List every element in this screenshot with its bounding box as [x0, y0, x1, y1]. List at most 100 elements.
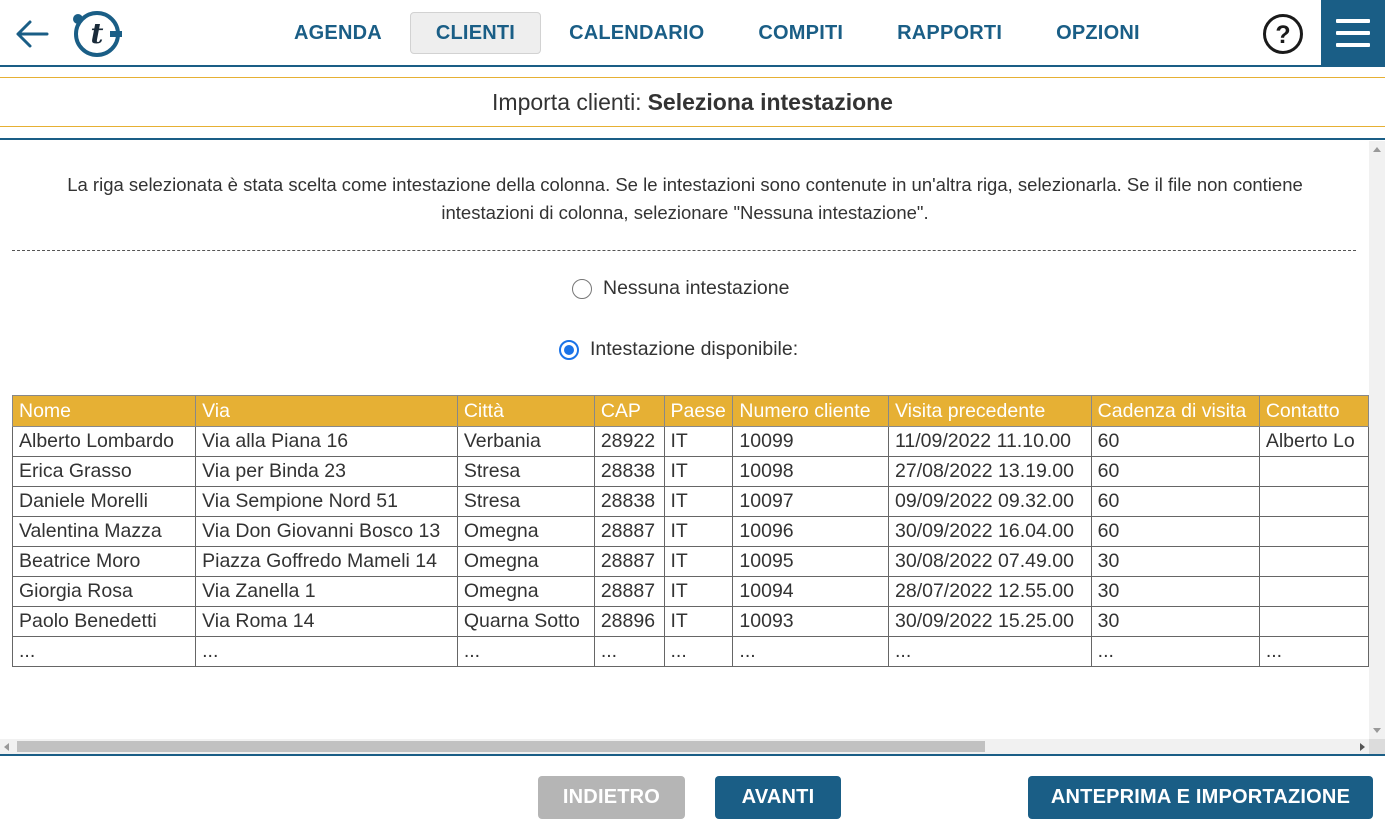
table-cell: 28838 — [593, 456, 665, 487]
table-cell: Via per Binda 23 — [195, 456, 458, 487]
nav-compiti[interactable]: COMPITI — [732, 12, 869, 54]
table-cell: 11/09/2022 11.10.00 — [888, 426, 1092, 457]
scroll-down-icon[interactable] — [1373, 728, 1381, 733]
table-cell: Alberto Lombardo — [11, 426, 197, 457]
table-cell — [1258, 546, 1369, 577]
hamburger-menu-icon[interactable] — [1321, 0, 1385, 65]
next-button[interactable]: AVANTI — [715, 776, 841, 819]
table-cell: 60 — [1090, 486, 1260, 517]
table-cell: 30 — [1090, 606, 1260, 637]
column-header: Numero cliente — [732, 395, 889, 427]
column-header: Cadenza di visita — [1090, 395, 1260, 427]
table-cell: 27/08/2022 13.19.00 — [888, 456, 1092, 487]
table-cell: Via alla Piana 16 — [195, 426, 458, 457]
preview-import-button[interactable]: ANTEPRIMA E IMPORTAZIONE — [1028, 776, 1373, 819]
radio-header-available[interactable] — [559, 339, 579, 360]
table-cell: 30 — [1090, 576, 1260, 607]
scrollbar-corner — [1369, 739, 1385, 754]
option-header-available[interactable]: Intestazione disponibile: — [559, 338, 798, 361]
table-cell: ... — [663, 636, 734, 667]
table-cell: 10096 — [732, 516, 889, 547]
table-cell: Erica Grasso — [11, 456, 197, 487]
table-cell: 10098 — [732, 456, 889, 487]
option-header-available-label: Intestazione disponibile: — [590, 338, 799, 360]
table-cell: Quarna Sotto — [456, 606, 595, 637]
option-no-header[interactable]: Nessuna intestazione — [572, 277, 789, 300]
nav-clienti[interactable]: CLIENTI — [409, 12, 542, 54]
table-cell: 10094 — [732, 576, 889, 607]
scroll-left-icon[interactable] — [4, 743, 9, 751]
page-title: Importa clienti: Seleziona intestazione — [0, 77, 1385, 127]
table-cell: Alberto Lo — [1258, 426, 1369, 457]
table-cell: Omegna — [456, 546, 595, 577]
table-cell: IT — [663, 546, 734, 577]
nav-calendario[interactable]: CALENDARIO — [543, 12, 730, 54]
table-cell: ... — [1090, 636, 1260, 667]
intro-text: La riga selezionata è stata scelta come … — [67, 174, 1303, 223]
nav-agenda[interactable]: AGENDA — [268, 12, 408, 54]
table-row[interactable]: Alberto Lombardo Via alla Piana 16 Verbani… — [11, 426, 1369, 457]
table-cell: 28922 — [593, 426, 665, 457]
column-header: Paese — [663, 395, 734, 427]
header-row[interactable]: Nome Via Città CAP Paese Numero cliente … — [11, 395, 1369, 427]
page-title-strip: Importa clienti: Seleziona intestazione — [0, 67, 1385, 140]
table-cell — [1258, 456, 1369, 487]
table-cell — [1258, 606, 1369, 637]
menu-bar — [1336, 42, 1370, 47]
table-cell: Beatrice Moro — [11, 546, 197, 577]
menu-bar — [1336, 18, 1370, 23]
table-row[interactable]: Giorgia Rosa Via Zanella 1 Omegna 28887 IT 10… — [11, 576, 1369, 607]
back-arrow-icon[interactable] — [10, 14, 54, 54]
table-cell: 28/07/2022 12.55.00 — [888, 576, 1092, 607]
footer-bar: INDIETRO AVANTI ANTEPRIMA E IMPORTAZIONE — [0, 754, 1385, 834]
table-cell: Stresa — [456, 456, 595, 487]
nav-opzioni[interactable]: OPZIONI — [1030, 12, 1166, 54]
table-cell: Verbania — [456, 426, 595, 457]
table-cell: Valentina Mazza — [11, 516, 197, 547]
table-cell: IT — [663, 426, 734, 457]
table-cell: ... — [11, 636, 197, 667]
help-icon[interactable]: ? — [1262, 13, 1304, 55]
option-no-header-label: Nessuna intestazione — [603, 277, 790, 299]
table-cell: Via Don Giovanni Bosco 13 — [195, 516, 458, 547]
scroll-right-icon[interactable] — [1360, 743, 1365, 751]
horizontal-scrollbar[interactable] — [0, 739, 1369, 754]
table-row[interactable]: ........................... — [11, 636, 1369, 667]
table-row[interactable]: Daniele Morelli Via Sempione Nord 51 Stres… — [11, 486, 1369, 517]
table-cell: 09/09/2022 09.32.00 — [888, 486, 1092, 517]
back-button[interactable]: INDIETRO — [538, 776, 685, 819]
table-cell: 30 — [1090, 546, 1260, 577]
table-cell: Via Roma 14 — [195, 606, 458, 637]
divider — [12, 250, 1356, 251]
table-row[interactable]: Beatrice Moro Piazza Goffredo Mameli 14 Om… — [11, 546, 1369, 577]
nav-rapporti[interactable]: RAPPORTI — [871, 12, 1028, 54]
table-cell: Giorgia Rosa — [11, 576, 197, 607]
horizontal-scroll-thumb[interactable] — [17, 741, 985, 752]
main-nav: AGENDA CLIENTI CALENDARIO COMPITI RAPPOR… — [268, 12, 1168, 54]
page-title-prefix: Importa clienti: — [492, 88, 642, 115]
table-cell: IT — [663, 486, 734, 517]
column-header: Nome — [11, 395, 197, 427]
table-cell — [1258, 576, 1369, 607]
table-cell: 10099 — [732, 426, 889, 457]
table-row[interactable]: Paolo Benedetti Via Roma 14 Quarna Sotto 28… — [11, 606, 1369, 637]
scroll-up-icon[interactable] — [1373, 147, 1381, 152]
table-cell: 28887 — [593, 546, 665, 577]
table-cell: 10097 — [732, 486, 889, 517]
column-header: Visita precedente — [888, 395, 1092, 427]
content-area: La riga selezionata è stata scelta come … — [0, 141, 1369, 739]
vertical-scrollbar[interactable] — [1369, 141, 1385, 739]
radio-no-header[interactable] — [572, 278, 592, 299]
table-cell: 30/09/2022 15.25.00 — [888, 606, 1092, 637]
table-cell: Paolo Benedetti — [11, 606, 197, 637]
column-header: Città — [456, 395, 595, 427]
table-cell: ... — [732, 636, 889, 667]
app-logo[interactable]: t — [70, 10, 122, 58]
table-row[interactable]: Valentina Mazza Via Don Giovanni Bosco 13… — [11, 516, 1369, 547]
table-cell: IT — [663, 576, 734, 607]
table-cell: 10093 — [732, 606, 889, 637]
page-title-main: Seleziona intestazione — [647, 88, 893, 115]
table-cell: 30/09/2022 16.04.00 — [888, 516, 1092, 547]
table-row[interactable]: Erica Grasso Via per Binda 23 Stresa 28838 I… — [11, 456, 1369, 487]
table-cell — [1258, 516, 1369, 547]
